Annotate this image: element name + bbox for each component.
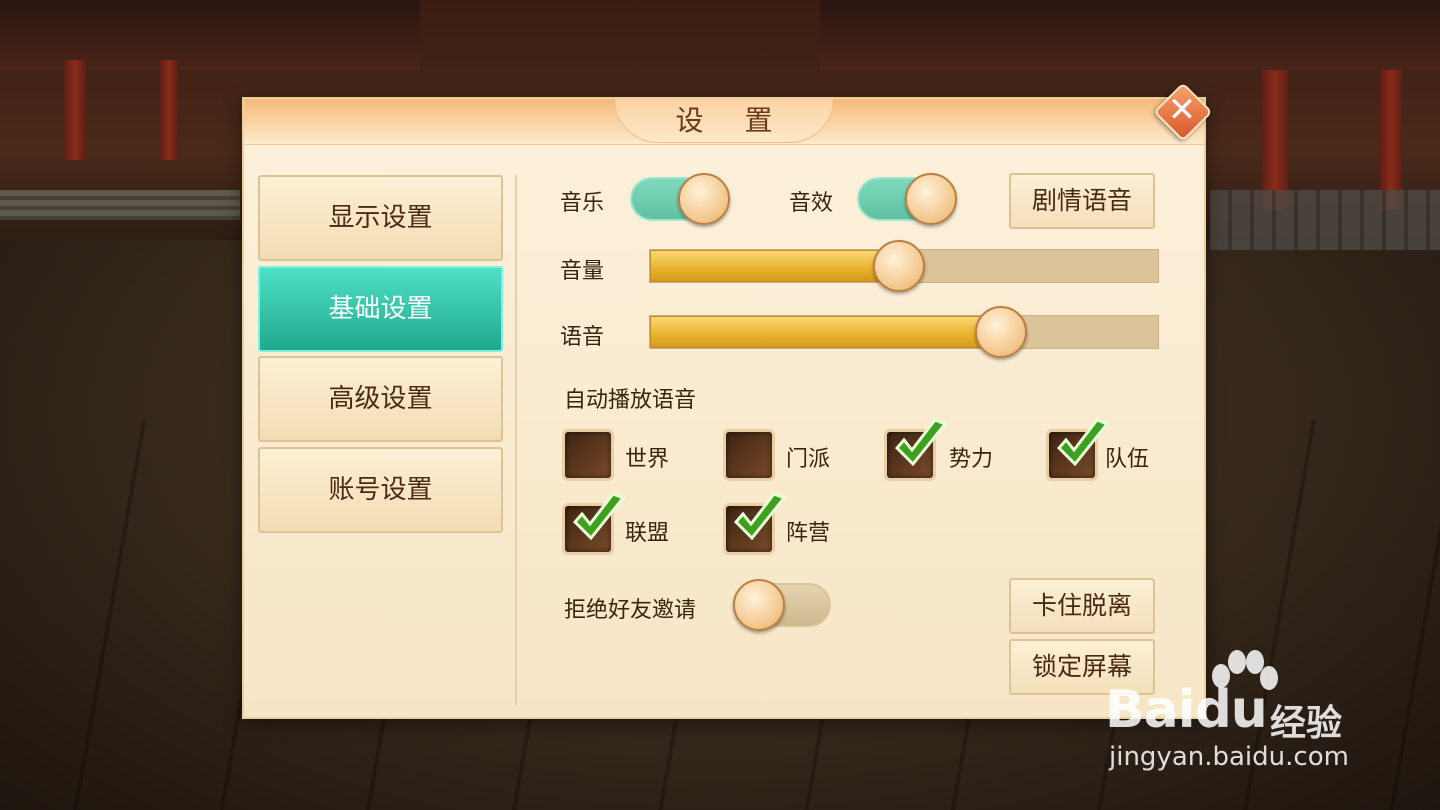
toggle-knob (733, 579, 785, 631)
checkbox-world-label: 世界 (625, 447, 670, 472)
checkbox-sect-label: 门派 (786, 447, 831, 472)
dialog-header: 设 置 (244, 99, 1204, 145)
dialog-title: 设 置 (675, 104, 789, 137)
reject-friend-label: 拒绝好友邀请 (564, 598, 697, 623)
checkbox-camp-label: 阵营 (786, 521, 831, 546)
tab-display-settings[interactable]: 显示设置 (258, 175, 503, 261)
checkbox-world[interactable] (562, 429, 614, 481)
background-wall (1210, 190, 1440, 250)
checkbox-faction-label: 势力 (949, 447, 994, 472)
music-label: 音乐 (560, 191, 605, 216)
checkbox-team[interactable] (1046, 418, 1110, 481)
slider-fill (650, 316, 1001, 348)
tab-account-settings[interactable]: 账号设置 (258, 447, 503, 533)
settings-dialog: 设 置 显示设置 基础设置 高级设置 账号设置 音乐 音效 剧情语音 音量 语音… (242, 97, 1206, 719)
checkbox-faction[interactable] (884, 418, 948, 481)
checkmark-icon (572, 492, 626, 541)
background-roof-right (820, 0, 1440, 70)
voice-slider[interactable] (649, 306, 1159, 358)
slider-fill (650, 250, 899, 282)
background-pillar (160, 60, 178, 160)
close-icon: ✕ (1167, 90, 1197, 130)
music-toggle[interactable] (630, 173, 730, 225)
auto-play-voice-title: 自动播放语音 (564, 388, 697, 413)
checkbox-alliance[interactable] (562, 492, 626, 555)
slider-handle[interactable] (873, 240, 925, 292)
background-pillar (1380, 70, 1402, 210)
background-pillar (64, 60, 86, 160)
panel-divider (515, 175, 517, 705)
tab-advanced-settings[interactable]: 高级设置 (258, 356, 503, 442)
sfx-toggle[interactable] (857, 173, 957, 225)
checkmark-icon (894, 418, 948, 467)
toggle-knob (678, 173, 730, 225)
sfx-label: 音效 (789, 191, 834, 216)
background-roof-left (0, 0, 420, 70)
checkmark-icon (733, 492, 787, 541)
checkmark-icon (1056, 418, 1110, 467)
story-voice-button[interactable]: 剧情语音 (1009, 173, 1155, 229)
baidu-jingyan-watermark: Baidu 经验 jingyan.baidu.com (1105, 650, 1375, 780)
slider-handle[interactable] (975, 306, 1027, 358)
tab-basic-settings[interactable]: 基础设置 (258, 266, 503, 352)
checkbox-camp[interactable] (723, 492, 787, 555)
volume-slider[interactable] (649, 240, 1159, 292)
voice-label: 语音 (560, 325, 605, 350)
watermark-brand: Baidu (1105, 680, 1268, 740)
toggle-knob (905, 173, 957, 225)
watermark-jingyan: 经验 (1270, 703, 1343, 744)
reject-friend-toggle[interactable] (733, 579, 831, 631)
checkbox-alliance-label: 联盟 (625, 521, 670, 546)
checkbox-sect[interactable] (723, 429, 775, 481)
background-pillar (1262, 70, 1288, 210)
volume-label: 音量 (560, 259, 605, 284)
watermark-url: jingyan.baidu.com (1109, 742, 1349, 772)
checkbox-team-label: 队伍 (1105, 447, 1150, 472)
unstuck-button[interactable]: 卡住脱离 (1009, 578, 1155, 634)
close-button[interactable]: ✕ (1153, 82, 1213, 142)
background-steps (0, 190, 240, 220)
